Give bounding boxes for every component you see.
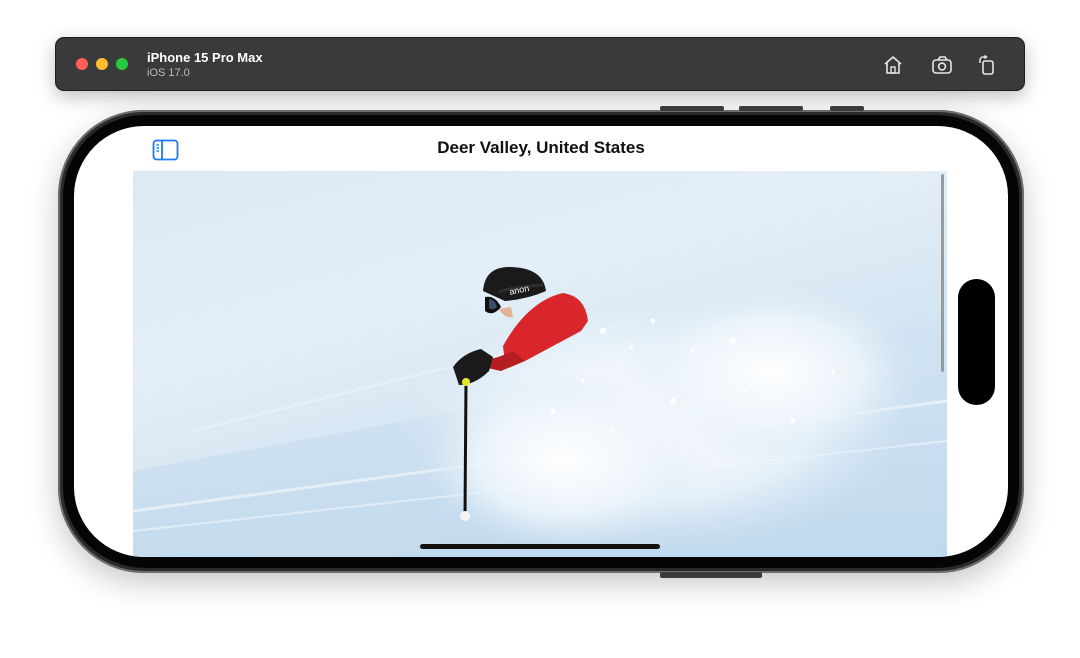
home-icon	[884, 56, 902, 74]
rotate-icon	[979, 54, 994, 75]
skier-photo-illustration: anon	[133, 266, 947, 557]
device-screen: Deer Valley, United States anon	[74, 126, 1008, 557]
device-name: iPhone 15 Pro Max	[147, 50, 263, 65]
os-version: iOS 17.0	[147, 67, 190, 79]
close-window-button[interactable]	[76, 58, 88, 70]
vertical-scrollbar[interactable]	[941, 174, 944, 372]
action-button	[660, 106, 724, 111]
screenshot-button[interactable]	[930, 52, 956, 78]
volume-up-button	[739, 106, 803, 111]
home-button[interactable]	[880, 52, 906, 78]
nav-title: Deer Valley, United States	[437, 138, 645, 157]
minimize-window-button[interactable]	[96, 58, 108, 70]
rotate-button[interactable]	[974, 52, 1000, 78]
power-button	[660, 572, 762, 578]
volume-down-button	[830, 106, 864, 111]
screenshot-icon	[932, 56, 952, 74]
home-indicator[interactable]	[420, 544, 660, 549]
skier-photo: anon	[133, 171, 947, 557]
maximize-window-button[interactable]	[116, 58, 128, 70]
dynamic-island	[958, 279, 995, 405]
simulator-title-bar: iPhone 15 Pro Max iOS 17.0	[55, 37, 1025, 91]
